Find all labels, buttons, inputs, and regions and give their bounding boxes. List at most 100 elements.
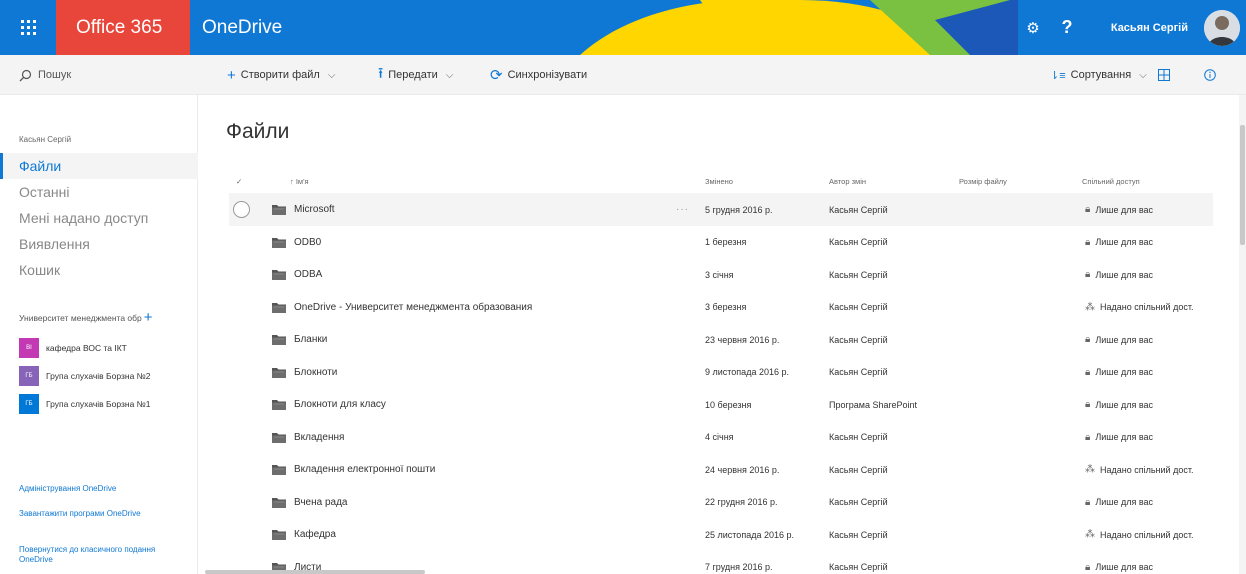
sharing-cell[interactable]: 🔒︎ Лише для вас <box>1085 551 1153 574</box>
download-apps-link[interactable]: Завантажити програми OneDrive <box>19 509 149 519</box>
column-header-name[interactable]: ↑ Ім'я <box>290 173 309 189</box>
sync-button[interactable]: ⟳ Синхронізувати <box>490 55 587 95</box>
file-name[interactable]: Блокноти <box>294 367 337 378</box>
group-item[interactable]: ГБ Група слухачів Борзна №2 <box>19 365 195 387</box>
classic-view-link[interactable]: Повернутися до класичного подання OneDri… <box>19 545 169 565</box>
shared-people-icon: ⁂ <box>1085 464 1095 475</box>
file-row[interactable]: Кафедра 25 листопада 2016 р. Касьян Сергій… <box>229 518 1213 551</box>
group-item[interactable]: ГБ Група слухачів Борзна №1 <box>19 393 195 415</box>
sharing-cell[interactable]: 🔒︎ Лише для вас <box>1085 486 1153 519</box>
file-row[interactable]: OneDrive - Университет менеджмента образ… <box>229 291 1213 324</box>
horizontal-scrollbar[interactable] <box>205 570 425 574</box>
group-badge: ГБ <box>19 394 39 414</box>
file-row[interactable]: Вкладення електронної пошти 24 червня 201… <box>229 453 1213 486</box>
file-name-cell[interactable]: Вкладення <box>272 421 344 454</box>
file-row[interactable]: Вкладення 4 січня Касьян Сергій 🔒︎ Лише для … <box>229 421 1213 454</box>
help-button[interactable]: ? <box>1048 0 1086 55</box>
avatar[interactable] <box>1204 10 1240 46</box>
file-name-cell[interactable]: ODBA <box>272 258 322 291</box>
file-name-cell[interactable]: ODB0 <box>272 226 321 259</box>
file-name[interactable]: OneDrive - Университет менеджмента образ… <box>294 302 532 313</box>
nav-item-discover[interactable]: Виявлення <box>0 231 198 257</box>
sharing-cell[interactable]: ⁂ Надано спільний дост. <box>1085 518 1193 551</box>
column-header-size[interactable]: Розмір файлу <box>959 173 1007 189</box>
file-row[interactable]: Microsoft ··· 5 грудня 2016 р. Касьян Сергі… <box>229 193 1213 226</box>
file-name-cell[interactable]: Блокноти для класу <box>272 388 386 421</box>
file-row[interactable]: ODB0 1 березня Касьян Сергій 🔒︎ Лише для вас <box>229 226 1213 259</box>
scrollbar-thumb[interactable] <box>1240 125 1245 245</box>
file-row[interactable]: Блокноти для класу 10 березня Програма Sha… <box>229 388 1213 421</box>
create-file-button[interactable]: + Створити файл ⌵ <box>227 55 335 95</box>
sort-icon: ⇂≡ <box>1050 69 1066 82</box>
file-name-cell[interactable]: Вчена рада <box>272 486 348 519</box>
search-box[interactable]: Пошук <box>19 55 71 95</box>
sharing-cell[interactable]: 🔒︎ Лише для вас <box>1085 226 1153 259</box>
column-header-modified[interactable]: Змінено <box>705 173 733 189</box>
file-name[interactable]: Вкладення електронної пошти <box>294 464 435 475</box>
sharing-cell[interactable]: 🔒︎ Лише для вас <box>1085 323 1153 356</box>
sharing-cell[interactable]: 🔒︎ Лише для вас <box>1085 193 1153 226</box>
select-all-checkbox[interactable]: ✓ <box>236 173 242 189</box>
command-bar: Пошук + Створити файл ⌵ ⭱ Передати ⌵ ⟳ С… <box>0 55 1246 95</box>
app-title[interactable]: OneDrive <box>202 0 282 55</box>
user-name[interactable]: Касьян Сергій <box>1111 0 1188 55</box>
info-button[interactable] <box>1204 55 1216 95</box>
file-name[interactable]: Кафедра <box>294 529 336 540</box>
file-name-cell[interactable]: Вкладення електронної пошти <box>272 453 435 486</box>
admin-onedrive-link[interactable]: Адміністрування OneDrive <box>19 484 179 494</box>
nav-item-recycle-bin[interactable]: Кошик <box>0 257 198 283</box>
author-cell: Касьян Сергій <box>829 464 888 475</box>
sharing-cell[interactable]: 🔒︎ Лише для вас <box>1085 421 1153 454</box>
settings-button[interactable]: ⚙ <box>1018 0 1048 55</box>
column-header-sharing[interactable]: Спільний доступ <box>1082 173 1140 189</box>
nav-item-files[interactable]: Файли <box>0 153 198 179</box>
office-365-brand[interactable]: Office 365 <box>56 0 190 55</box>
file-row[interactable]: Блокноти 9 листопада 2016 р. Касьян Сергій… <box>229 356 1213 389</box>
file-name[interactable]: ODB0 <box>294 237 321 248</box>
file-name-cell[interactable]: Microsoft <box>272 193 335 226</box>
sharing-cell[interactable]: 🔒︎ Лише для вас <box>1085 388 1153 421</box>
file-row[interactable]: Бланки 23 червня 2016 р. Касьян Сергій 🔒︎ Ли… <box>229 323 1213 356</box>
file-name[interactable]: Бланки <box>294 334 327 345</box>
file-name[interactable]: Microsoft <box>294 204 335 215</box>
file-row[interactable]: ODBA 3 січня Касьян Сергій 🔒︎ Лише для вас <box>229 258 1213 291</box>
file-row[interactable]: Вчена рада 22 грудня 2016 р. Касьян Сергій… <box>229 486 1213 519</box>
file-name[interactable]: Вчена рада <box>294 497 348 508</box>
file-name-cell[interactable]: Блокноти <box>272 356 337 389</box>
add-group-icon[interactable]: + <box>144 310 153 325</box>
lock-icon: 🔒︎ <box>1085 561 1091 573</box>
sharing-label: Надано спільний дост. <box>1100 529 1194 540</box>
nav-item-recent[interactable]: Останні <box>0 179 198 205</box>
group-item[interactable]: ВІ кафедра ВОС та ІКТ <box>19 337 195 359</box>
upload-button[interactable]: ⭱ Передати ⌵ <box>378 55 453 95</box>
sharing-label: Лише для вас <box>1095 334 1154 345</box>
page-title: Файли <box>226 120 290 143</box>
row-select-radio[interactable] <box>233 201 250 218</box>
modified-cell: 25 листопада 2016 р. <box>705 529 794 540</box>
group-label: Група слухачів Борзна №2 <box>46 371 151 381</box>
file-name-cell[interactable]: OneDrive - Университет менеджмента образ… <box>272 291 532 324</box>
file-name[interactable]: ODBA <box>294 269 322 280</box>
sharing-cell[interactable]: ⁂ Надано спільний дост. <box>1085 291 1193 324</box>
nav-item-shared[interactable]: Мені надано доступ <box>0 205 198 231</box>
file-name[interactable]: Вкладення <box>294 432 344 443</box>
group-label: Група слухачів Борзна №1 <box>46 399 151 409</box>
lock-icon: 🔒︎ <box>1085 431 1091 443</box>
app-launcher-button[interactable] <box>0 0 56 55</box>
file-name-cell[interactable]: Бланки <box>272 323 327 356</box>
sharing-cell[interactable]: 🔒︎ Лише для вас <box>1085 258 1153 291</box>
help-icon: ? <box>1061 17 1073 37</box>
sharing-label: Лише для вас <box>1095 204 1154 215</box>
modified-cell: 10 березня <box>705 399 752 410</box>
main-content: Файли ✓ ↑ Ім'я Змінено Автор змін Розмір… <box>199 95 1239 574</box>
file-name[interactable]: Блокноти для класу <box>294 399 386 410</box>
column-header-author[interactable]: Автор змін <box>829 173 866 189</box>
group-label: кафедра ВОС та ІКТ <box>46 343 127 353</box>
vertical-scrollbar[interactable] <box>1239 95 1246 574</box>
sharing-cell[interactable]: 🔒︎ Лише для вас <box>1085 356 1153 389</box>
sharing-cell[interactable]: ⁂ Надано спільний дост. <box>1085 453 1193 486</box>
file-name-cell[interactable]: Кафедра <box>272 518 336 551</box>
sort-button[interactable]: ⇂≡ Сортування ⌵ <box>1050 55 1147 95</box>
view-toggle-button[interactable] <box>1158 55 1170 95</box>
more-actions-icon[interactable]: ··· <box>676 193 689 226</box>
